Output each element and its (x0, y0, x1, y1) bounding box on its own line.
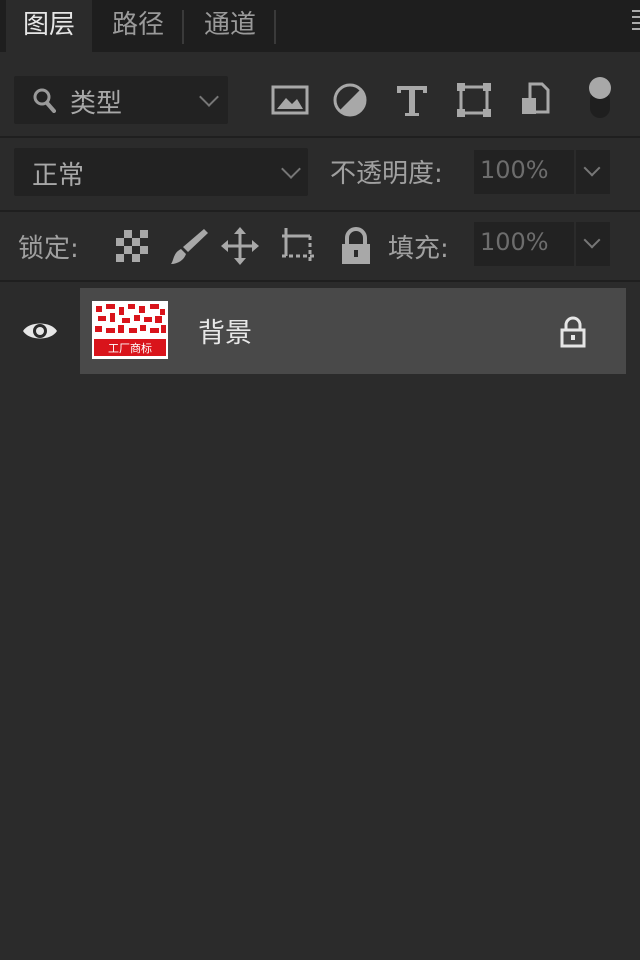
chevron-down-icon (281, 159, 301, 179)
layer-lock-icon[interactable] (558, 316, 588, 348)
lock-artboard-icon[interactable] (278, 226, 318, 266)
opacity-value: 100% (480, 156, 549, 184)
tab-paths[interactable]: 路径 (96, 0, 180, 52)
tab-channels[interactable]: 通道 (188, 0, 272, 52)
fill-dropdown[interactable] (576, 222, 610, 266)
search-icon (33, 88, 56, 113)
lock-image-pixels-icon[interactable] (168, 226, 208, 266)
filter-toggle-icon[interactable] (584, 74, 616, 120)
eye-icon[interactable] (22, 319, 58, 343)
layer-name[interactable]: 背景 (198, 311, 252, 350)
type-filter-icon[interactable] (392, 80, 432, 120)
chevron-down-icon (583, 159, 601, 177)
layer-thumbnail[interactable]: 工厂商标 (92, 301, 168, 359)
image-filter-icon[interactable] (270, 80, 310, 120)
lock-position-icon[interactable] (220, 226, 260, 266)
opacity-input[interactable]: 100% (474, 150, 574, 194)
lock-transparent-pixels-icon[interactable] (112, 226, 152, 266)
tab-separator (182, 10, 184, 44)
adjustment-filter-icon[interactable] (330, 80, 370, 120)
filter-kind-label: 类型 (70, 89, 123, 119)
opacity-label: 不透明度: (330, 159, 443, 189)
thumbnail-caption: 工厂商标 (108, 341, 152, 355)
panel-tab-bar: 图层 路径 通道 (0, 0, 640, 52)
blend-mode-select[interactable]: 正常 (14, 148, 308, 196)
shape-filter-icon[interactable] (454, 80, 494, 120)
layer-filter-kind-select[interactable]: 类型 (14, 76, 228, 124)
divider (0, 136, 640, 138)
fill-value: 100% (480, 228, 549, 256)
panel-menu-icon[interactable] (632, 10, 640, 44)
tab-layers[interactable]: 图层 (6, 0, 92, 52)
lock-label: 锁定: (18, 234, 79, 264)
lock-all-icon[interactable] (336, 226, 376, 266)
divider (0, 210, 640, 212)
fill-label: 填充: (388, 234, 449, 264)
chevron-down-icon (583, 231, 601, 249)
fill-input[interactable]: 100% (474, 222, 574, 266)
chevron-down-icon (199, 87, 219, 107)
divider (0, 280, 640, 282)
blend-mode-value: 正常 (32, 161, 85, 191)
tab-separator (274, 10, 276, 44)
opacity-dropdown[interactable] (576, 150, 610, 194)
smart-object-filter-icon[interactable] (516, 80, 556, 120)
